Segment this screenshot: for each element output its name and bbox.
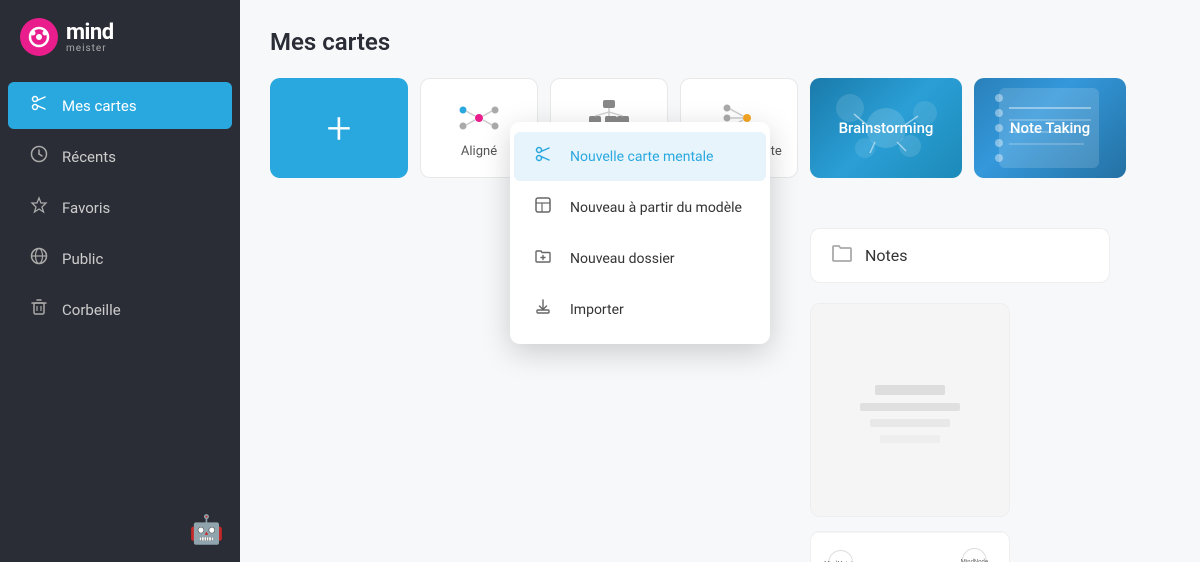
brainstorming-label: Brainstorming: [839, 119, 934, 137]
page-title: Mes cartes: [270, 28, 1170, 56]
scissors-icon: [28, 94, 50, 117]
svg-text:MindNode: MindNode: [961, 558, 988, 562]
dropdown-new-mind-map-label: Nouvelle carte mentale: [570, 149, 713, 165]
main-content: Mes cartes + Aligné: [240, 0, 1200, 562]
habitudes-thumbnail: [811, 304, 1009, 516]
dropdown-new-from-model[interactable]: Nouveau à partir du modèle: [514, 183, 766, 232]
habitudes-card-body: Habitudes 1 jour Inviter: [811, 516, 1009, 517]
logo-text-block: mind meister: [66, 20, 114, 54]
meilleurs-thumb-svg: Meilleurs Logiciels de Cartes Mentales M…: [811, 532, 1009, 562]
scissors-icon: [534, 145, 556, 168]
habitudes-thumb-svg: [820, 345, 1000, 475]
trash-icon: [28, 298, 50, 321]
aligne-icon: [453, 98, 505, 138]
note-taking-label: Note Taking: [1010, 119, 1090, 137]
template-aligne-label: Aligné: [461, 144, 497, 159]
logo-name: mind: [66, 20, 114, 45]
sidebar-item-label: Public: [62, 250, 103, 268]
globe-icon: [28, 247, 50, 270]
plus-icon: +: [327, 106, 352, 150]
sidebar-item-recents[interactable]: Récents: [8, 133, 232, 180]
dropdown-import-label: Importer: [570, 302, 624, 318]
template-icon: [534, 196, 556, 219]
folder-plus-icon: [534, 247, 556, 270]
dropdown-import[interactable]: Importer: [514, 285, 766, 334]
map-card-meilleurs[interactable]: Meilleurs Logiciels de Cartes Mentales M…: [810, 531, 1010, 562]
sidebar-item-public[interactable]: Public: [8, 235, 232, 282]
map-card-habitudes[interactable]: Habitudes 1 jour Inviter: [810, 303, 1010, 517]
sidebar-navigation: Mes cartes Récents Favoris: [0, 80, 240, 335]
template-note-taking[interactable]: Note Taking: [974, 78, 1126, 178]
sidebar-item-corbeille[interactable]: Corbeille: [8, 286, 232, 333]
sidebar-item-label: Corbeille: [62, 301, 121, 319]
folder-icon: [831, 243, 853, 268]
logo[interactable]: mind meister: [0, 0, 240, 74]
template-brainstorming[interactable]: Brainstorming: [810, 78, 962, 178]
sidebar-bottom: 🤖: [0, 497, 240, 562]
star-icon: [28, 196, 50, 219]
clock-icon: [28, 145, 50, 168]
sidebar-item-favoris[interactable]: Favoris: [8, 184, 232, 231]
sidebar: mind meister Mes cartes: [0, 0, 240, 562]
dropdown-menu: Nouvelle carte mentale Nouveau à partir …: [510, 122, 770, 344]
sidebar-item-mes-cartes[interactable]: Mes cartes: [8, 82, 232, 129]
import-icon: [534, 298, 556, 321]
robot-icon: 🤖: [189, 513, 224, 546]
dropdown-new-folder-label: Nouveau dossier: [570, 251, 675, 267]
notes-folder[interactable]: Notes: [810, 228, 1110, 283]
sidebar-item-label: Récents: [62, 148, 116, 166]
dropdown-new-mind-map[interactable]: Nouvelle carte mentale: [514, 132, 766, 181]
notes-folder-label: Notes: [865, 246, 908, 265]
logo-icon: [20, 18, 58, 56]
meilleurs-thumbnail: Meilleurs Logiciels de Cartes Mentales M…: [811, 532, 1009, 562]
sidebar-item-label: Mes cartes: [62, 97, 137, 115]
cards-grid: Habitudes 1 jour Inviter: [810, 303, 1200, 562]
logo-sub: meister: [66, 43, 114, 54]
notes-section: Notes Habitudes 1 jour: [810, 228, 1200, 562]
dropdown-new-folder[interactable]: Nouveau dossier: [514, 234, 766, 283]
new-card-button[interactable]: +: [270, 78, 408, 178]
dropdown-new-from-model-label: Nouveau à partir du modèle: [570, 200, 742, 216]
sidebar-item-label: Favoris: [62, 199, 110, 217]
